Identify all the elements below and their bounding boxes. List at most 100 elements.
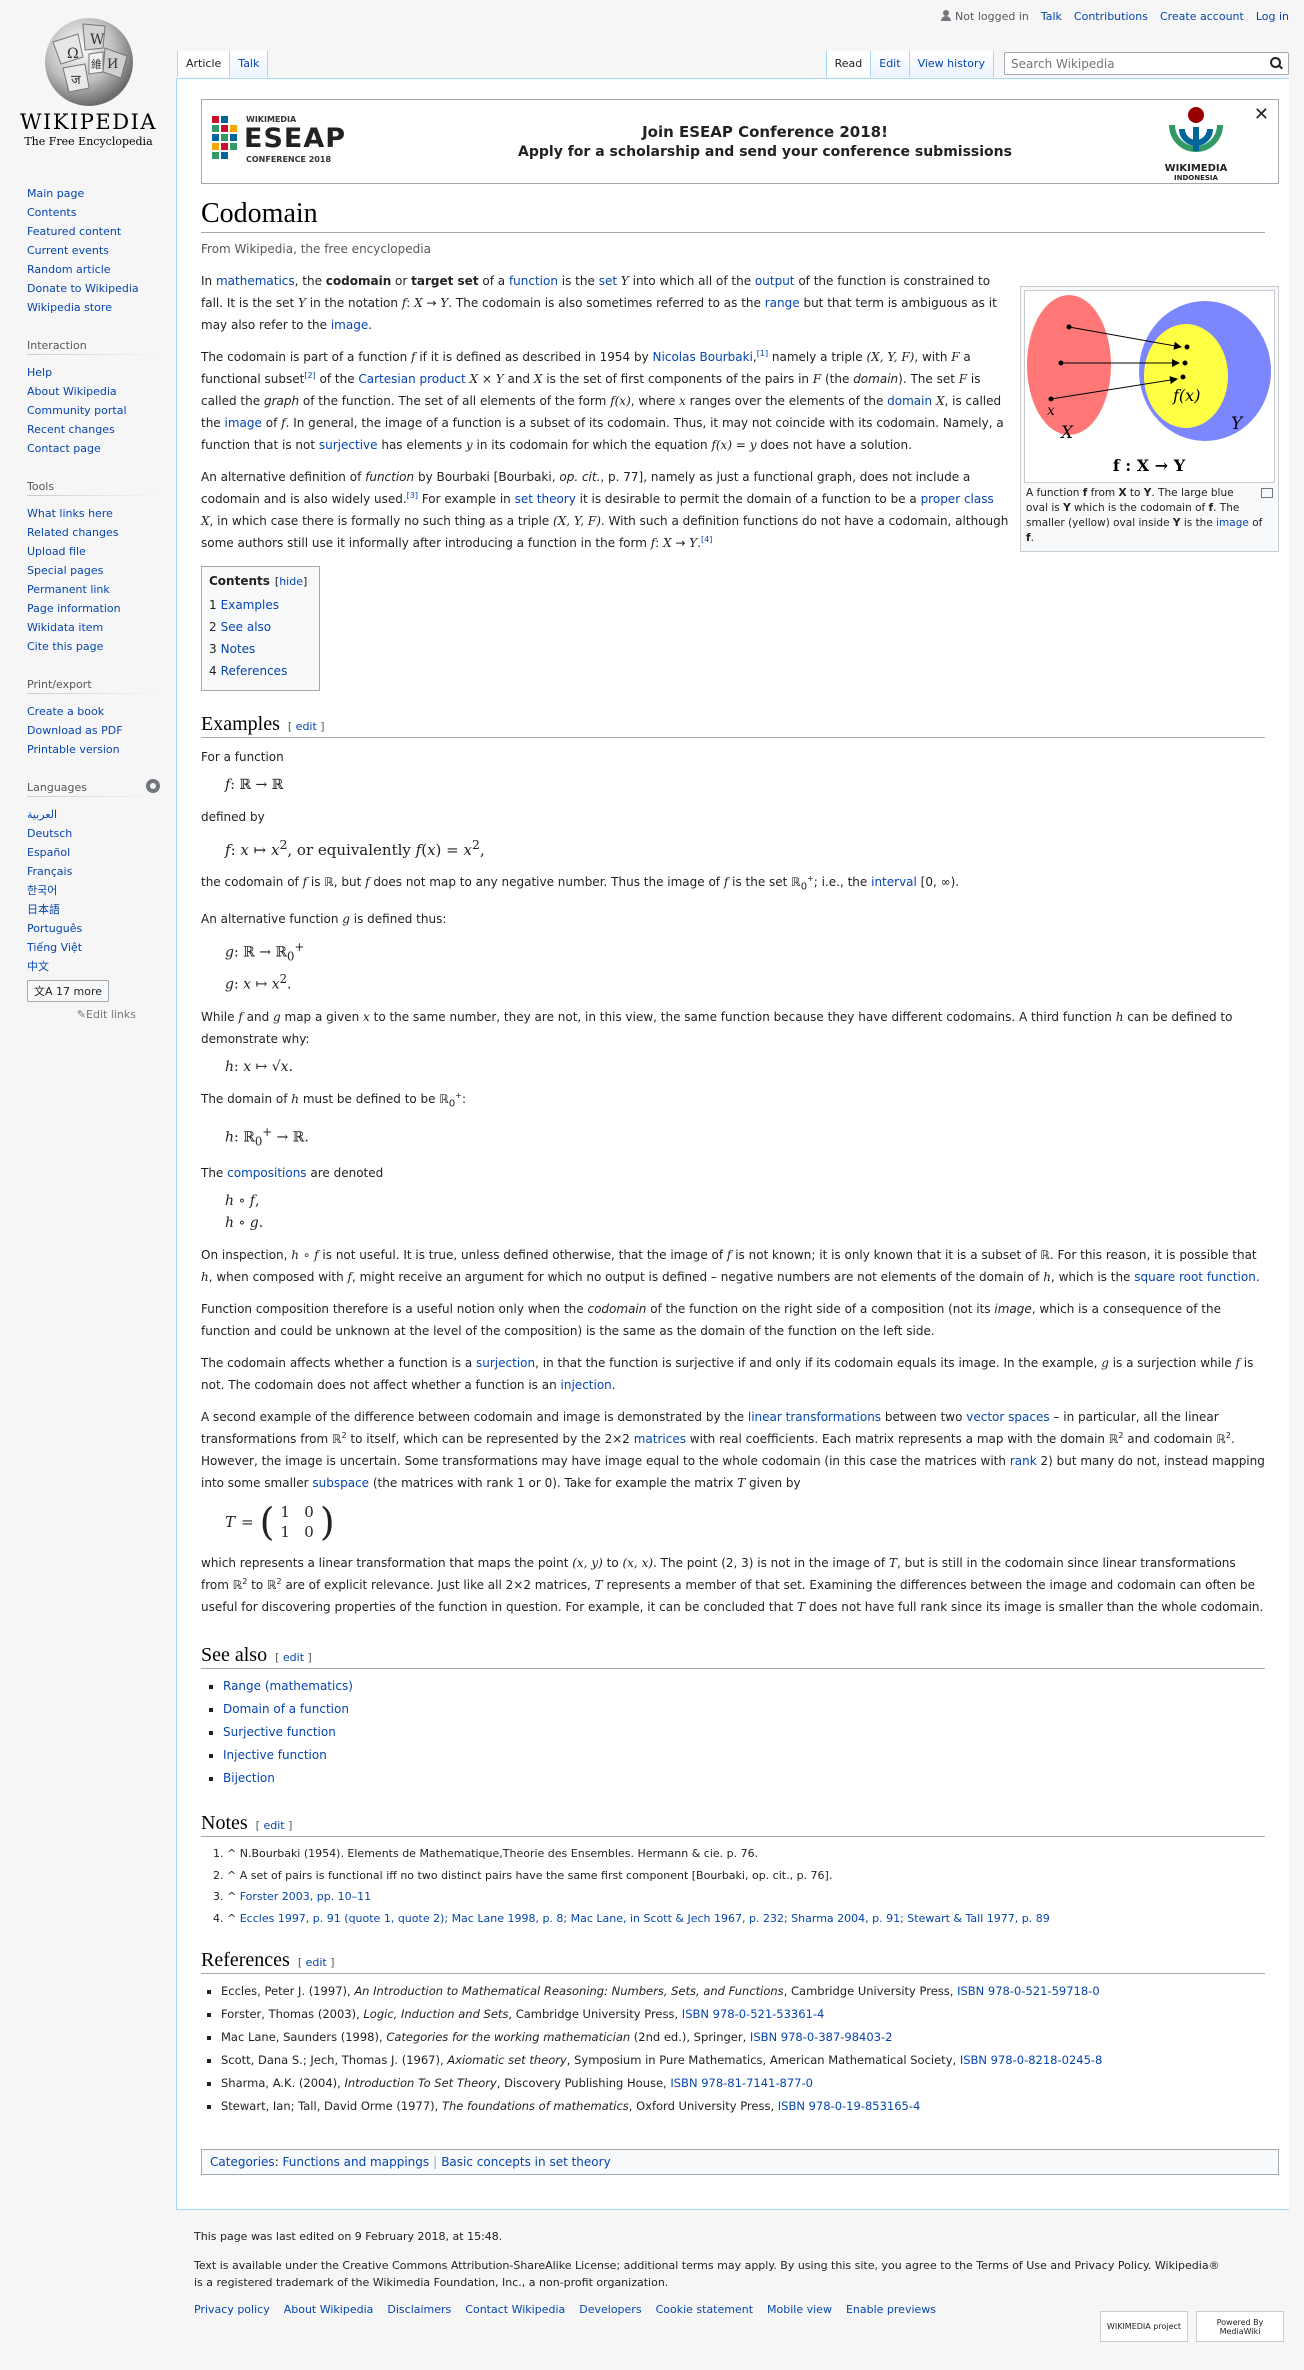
- tab-edit-link[interactable]: Edit: [879, 57, 900, 70]
- sidebar-item-cite-this-page[interactable]: Cite this page: [27, 640, 103, 653]
- sidebar-item-help[interactable]: Help: [27, 366, 52, 379]
- link-surjection[interactable]: surjection: [476, 1356, 535, 1370]
- footer-contact[interactable]: Contact Wikipedia: [465, 2303, 565, 2316]
- sidebar-item-download-pdf[interactable]: Download as PDF: [27, 724, 123, 737]
- isbn-link[interactable]: ISBN 978-0-19-853165-4: [778, 2099, 921, 2113]
- category-set-theory[interactable]: Basic concepts in set theory: [441, 2155, 610, 2169]
- toc-item[interactable]: 3 Notes: [209, 638, 307, 660]
- sidebar-item-what-links-here[interactable]: What links here: [27, 507, 113, 520]
- lang-vi[interactable]: Tiếng Việt: [27, 941, 82, 954]
- caret[interactable]: ^: [227, 1890, 240, 1903]
- toc-hide[interactable]: [hide]: [275, 575, 307, 588]
- image-link[interactable]: image: [1216, 517, 1249, 529]
- category-functions[interactable]: Functions and mappings: [283, 2155, 430, 2169]
- tab-talk-link[interactable]: Talk: [238, 57, 259, 70]
- toc-link-notes[interactable]: Notes: [221, 642, 256, 656]
- sidebar-item-recent-changes[interactable]: Recent changes: [27, 423, 115, 436]
- toc-link-references[interactable]: References: [221, 664, 288, 678]
- sidebar-item-featured-content[interactable]: Featured content: [27, 225, 121, 238]
- isbn-link[interactable]: ISBN 978-81-7141-877-0: [670, 2076, 813, 2090]
- contributions-link[interactable]: Contributions: [1074, 10, 1148, 23]
- toc-link-see-also[interactable]: See also: [221, 620, 271, 634]
- lang-fr[interactable]: Français: [27, 865, 72, 878]
- toc-hide-link[interactable]: hide: [279, 575, 303, 588]
- ref-2[interactable]: [2]: [304, 371, 315, 380]
- link-mathematics[interactable]: mathematics: [216, 274, 295, 288]
- more-languages-button[interactable]: 文A 17 more: [27, 980, 110, 1002]
- note-link[interactable]: Forster 2003, pp. 10–11: [240, 1890, 371, 1903]
- caret[interactable]: ^: [227, 1869, 240, 1882]
- ref-4[interactable]: [4]: [701, 535, 712, 544]
- create-account-link[interactable]: Create account: [1160, 10, 1244, 23]
- link-bourbaki[interactable]: Nicolas Bourbaki: [653, 350, 753, 364]
- see-also-bijection[interactable]: Bijection: [223, 1771, 275, 1785]
- lang-es[interactable]: Español: [27, 846, 70, 859]
- see-also-domain[interactable]: Domain of a function: [223, 1702, 349, 1716]
- eseap-banner[interactable]: WIKIMEDIA ESEAP CONFERENCE 2018 Join ESE…: [201, 99, 1279, 184]
- sidebar-item-special-pages[interactable]: Special pages: [27, 564, 103, 577]
- link-cartesian-product[interactable]: Cartesian product: [358, 372, 465, 386]
- sidebar-item-store[interactable]: Wikipedia store: [27, 301, 112, 314]
- link-image-2[interactable]: image: [225, 416, 262, 430]
- see-also-edit[interactable]: [ edit ]: [275, 1651, 312, 1664]
- link-domain[interactable]: domain: [887, 394, 932, 408]
- search-input[interactable]: [1005, 53, 1255, 74]
- link-image[interactable]: image: [331, 318, 368, 332]
- toc-item[interactable]: 4 References: [209, 660, 307, 682]
- link-matrices[interactable]: matrices: [634, 1432, 686, 1446]
- see-also-injective[interactable]: Injective function: [223, 1748, 327, 1762]
- link-compositions[interactable]: compositions: [227, 1166, 306, 1180]
- wikimedia-project-badge[interactable]: WIKIMEDIA project: [1100, 2311, 1188, 2342]
- log-in-link[interactable]: Log in: [1256, 10, 1289, 23]
- tab-article[interactable]: Article: [177, 51, 231, 77]
- sidebar-item-permanent-link[interactable]: Permanent link: [27, 583, 110, 596]
- sidebar-item-contact[interactable]: Contact page: [27, 442, 101, 455]
- sidebar-item-related-changes[interactable]: Related changes: [27, 526, 119, 539]
- note-link[interactable]: Eccles 1997, p. 91 (quote 1, quote 2); M…: [240, 1912, 1050, 1925]
- isbn-link[interactable]: ISBN 978-0-8218-0245-8: [960, 2053, 1103, 2067]
- sidebar-item-donate[interactable]: Donate to Wikipedia: [27, 282, 139, 295]
- see-also-surjective[interactable]: Surjective function: [223, 1725, 336, 1739]
- footer-privacy[interactable]: Privacy policy: [194, 2303, 270, 2316]
- link-set-theory[interactable]: set theory: [515, 492, 576, 506]
- sidebar-item-random-article[interactable]: Random article: [27, 263, 111, 276]
- lang-ko[interactable]: 한국어: [27, 884, 57, 897]
- lang-ja[interactable]: 日本語: [27, 903, 60, 916]
- sidebar-item-about[interactable]: About Wikipedia: [27, 385, 117, 398]
- isbn-link[interactable]: ISBN 978-0-521-53361-4: [682, 2007, 825, 2021]
- references-edit-link[interactable]: edit: [306, 1956, 327, 1969]
- link-output[interactable]: output: [755, 274, 795, 288]
- examples-edit[interactable]: [ edit ]: [288, 720, 325, 733]
- sidebar-item-printable-version[interactable]: Printable version: [27, 743, 120, 756]
- lang-pt[interactable]: Português: [27, 922, 82, 935]
- examples-edit-link[interactable]: edit: [296, 720, 317, 733]
- footer-disclaimers[interactable]: Disclaimers: [387, 2303, 451, 2316]
- notes-edit-link[interactable]: edit: [263, 1819, 284, 1832]
- magnify-icon[interactable]: [1261, 488, 1273, 498]
- link-surjective[interactable]: surjective: [319, 438, 378, 452]
- tab-read[interactable]: Read: [825, 51, 872, 77]
- sidebar-item-wikidata-item[interactable]: Wikidata item: [27, 621, 103, 634]
- search-icon[interactable]: [1270, 57, 1282, 69]
- close-icon[interactable]: ✕: [1254, 104, 1269, 125]
- personal-talk-link[interactable]: Talk: [1041, 10, 1062, 23]
- references-edit[interactable]: [ edit ]: [298, 1956, 335, 1969]
- tab-history-link[interactable]: View history: [918, 57, 985, 70]
- lang-de[interactable]: Deutsch: [27, 827, 72, 840]
- notes-edit[interactable]: [ edit ]: [256, 1819, 293, 1832]
- isbn-link[interactable]: ISBN 978-0-387-98403-2: [750, 2030, 893, 2044]
- tab-talk[interactable]: Talk: [230, 51, 269, 77]
- tab-history[interactable]: View history: [909, 51, 994, 77]
- footer-enable-previews[interactable]: Enable previews: [846, 2303, 936, 2316]
- link-function[interactable]: function: [509, 274, 558, 288]
- toc-item[interactable]: 2 See also: [209, 616, 307, 638]
- link-range[interactable]: range: [765, 296, 800, 310]
- link-rank[interactable]: rank: [1010, 1454, 1037, 1468]
- link-linear-transformations[interactable]: linear transformations: [748, 1410, 881, 1424]
- gear-icon[interactable]: [146, 779, 160, 793]
- link-set[interactable]: set: [599, 274, 617, 288]
- sidebar-item-create-book[interactable]: Create a book: [27, 705, 104, 718]
- ref-3[interactable]: [3]: [407, 491, 418, 500]
- footer-developers[interactable]: Developers: [579, 2303, 641, 2316]
- sidebar-item-current-events[interactable]: Current events: [27, 244, 109, 257]
